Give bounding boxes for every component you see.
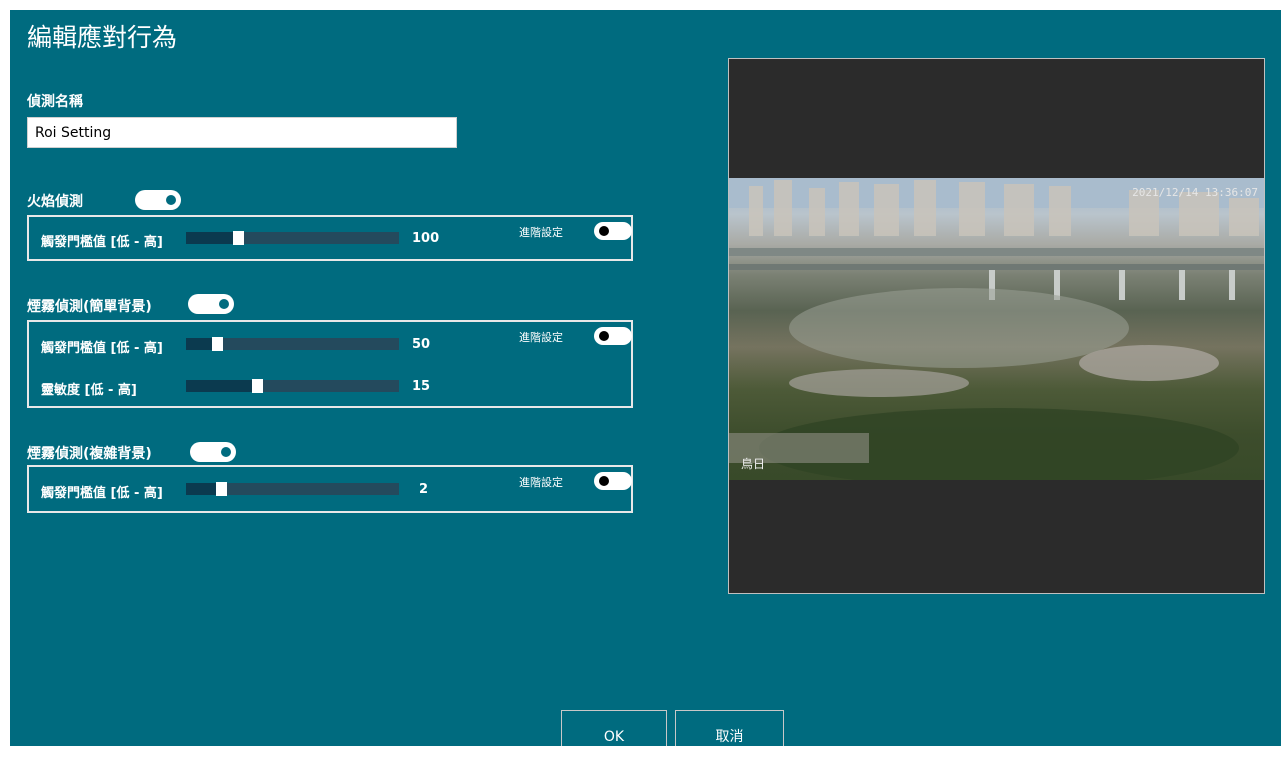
smoke-simple-sensitivity-slider[interactable]: [186, 379, 399, 393]
slider-thumb[interactable]: [232, 231, 244, 245]
slider-thumb[interactable]: [211, 337, 223, 351]
detection-name-label: 偵測名稱: [27, 94, 83, 110]
slider-thumb[interactable]: [215, 482, 227, 496]
ok-button[interactable]: OK: [561, 710, 667, 746]
smoke-simple-threshold-value: 50: [412, 337, 431, 352]
camera-preview: 2021/12/14 13:36:07 鳥日: [728, 58, 1265, 594]
fire-threshold-label: 觸發門檻值 [低 - 高]: [41, 235, 163, 250]
smoke-complex-threshold-value: 2: [419, 482, 429, 497]
smoke-complex-toggle[interactable]: [190, 442, 236, 462]
toggle-knob: [599, 331, 609, 341]
fire-threshold-slider[interactable]: [186, 231, 399, 245]
smoke-simple-panel: 觸發門檻值 [低 - 高] 50 靈敏度 [低 - 高] 15 進階設定: [27, 320, 633, 408]
smoke-complex-threshold-slider[interactable]: [186, 482, 399, 496]
smoke-simple-advanced-label: 進階設定: [519, 331, 563, 344]
slider-thumb[interactable]: [252, 379, 264, 393]
cancel-button[interactable]: 取消: [675, 710, 784, 746]
camera-image: 2021/12/14 13:36:07 鳥日: [729, 178, 1264, 480]
detection-name-input[interactable]: [27, 117, 457, 148]
fire-threshold-value: 100: [412, 231, 440, 246]
smoke-simple-threshold-slider[interactable]: [186, 337, 399, 351]
smoke-simple-label: 煙霧偵測(簡單背景): [27, 299, 152, 315]
toggle-knob: [221, 447, 231, 457]
fire-detection-toggle[interactable]: [135, 190, 181, 210]
smoke-simple-toggle[interactable]: [188, 294, 234, 314]
fire-detection-label: 火焰偵測: [27, 194, 83, 210]
toggle-knob: [219, 299, 229, 309]
fire-advanced-toggle[interactable]: [594, 222, 632, 240]
toggle-knob: [166, 195, 176, 205]
fire-advanced-label: 進階設定: [519, 226, 563, 239]
fire-detection-panel: 觸發門檻值 [低 - 高] 100 進階設定: [27, 215, 633, 261]
toggle-knob: [599, 226, 609, 236]
smoke-simple-advanced-toggle[interactable]: [594, 327, 632, 345]
dialog-title: 編輯應對行為: [27, 23, 178, 52]
camera-timestamp: 2021/12/14 13:36:07: [1132, 186, 1258, 199]
smoke-complex-threshold-label: 觸發門檻值 [低 - 高]: [41, 486, 163, 501]
smoke-complex-label: 煙霧偵測(複雜背景): [27, 446, 152, 462]
smoke-complex-advanced-toggle[interactable]: [594, 472, 632, 490]
smoke-complex-panel: 觸發門檻值 [低 - 高] 2 進階設定: [27, 465, 633, 513]
smoke-complex-advanced-label: 進階設定: [519, 476, 563, 489]
smoke-simple-sensitivity-label: 靈敏度 [低 - 高]: [41, 383, 137, 398]
toggle-knob: [599, 476, 609, 486]
smoke-simple-sensitivity-value: 15: [412, 379, 431, 394]
smoke-simple-threshold-label: 觸發門檻值 [低 - 高]: [41, 341, 163, 356]
camera-location-label: 鳥日: [741, 457, 766, 471]
camera-scene-graphic: [729, 178, 1264, 480]
edit-response-dialog: 編輯應對行為 偵測名稱 火焰偵測 觸發門檻值 [低 - 高] 100 進階設定 …: [10, 10, 1281, 746]
